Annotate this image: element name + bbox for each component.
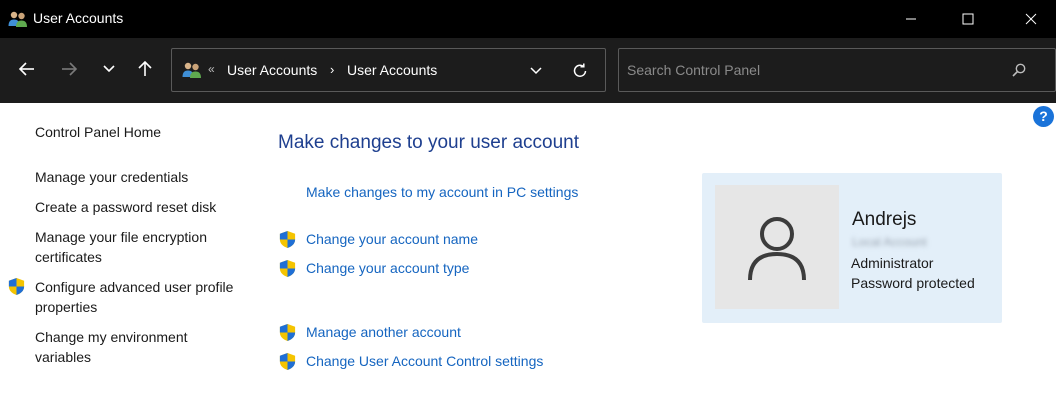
control-panel-home-link[interactable]: Control Panel Home (35, 122, 161, 142)
page-title: Make changes to your user account (278, 132, 580, 153)
environment-variables-link[interactable]: Change my environment variables (35, 327, 235, 367)
address-overflow-button[interactable]: « (208, 62, 215, 76)
uac-shield-icon (279, 323, 296, 342)
breadcrumb-user-accounts-current[interactable]: User Accounts (347, 62, 437, 78)
account-type: Administrator (851, 255, 934, 271)
search-icon[interactable] (1011, 62, 1027, 78)
avatar (715, 185, 839, 309)
user-silhouette-icon (748, 217, 806, 281)
recent-locations-button[interactable] (94, 54, 124, 84)
minimize-icon (906, 18, 916, 20)
user-accounts-icon (182, 62, 201, 78)
search-box[interactable] (618, 48, 1056, 92)
navigation-bar: « User Accounts › User Accounts (0, 38, 1056, 103)
change-account-type-link[interactable]: Change your account type (306, 260, 469, 276)
advanced-profile-properties-link[interactable]: Configure advanced user profile properti… (35, 277, 235, 317)
close-button[interactable] (1006, 0, 1056, 38)
refresh-button[interactable] (568, 59, 592, 83)
pc-settings-link[interactable]: Make changes to my account in PC setting… (306, 184, 578, 200)
uac-shield-icon (279, 230, 296, 249)
account-card: Andrejs Local Account Administrator Pass… (702, 173, 1002, 323)
title-bar: User Accounts (0, 0, 1056, 38)
change-account-name-link[interactable]: Change your account name (306, 231, 478, 247)
chevron-down-icon (103, 65, 115, 73)
search-input[interactable] (627, 59, 997, 81)
breadcrumb-user-accounts[interactable]: User Accounts (227, 62, 317, 78)
maximize-icon (962, 13, 974, 25)
uac-shield-icon (279, 352, 296, 371)
breadcrumb-separator[interactable]: › (330, 62, 334, 77)
minimize-button[interactable] (886, 0, 936, 38)
up-button[interactable] (130, 54, 160, 84)
file-encryption-certificates-link[interactable]: Manage your file encryption certificates (35, 227, 235, 267)
user-accounts-icon (8, 11, 27, 27)
window-title: User Accounts (33, 10, 124, 26)
chevron-down-icon (530, 67, 542, 75)
manage-another-account-link[interactable]: Manage another account (306, 324, 461, 340)
password-status: Password protected (851, 275, 975, 291)
back-arrow-icon (18, 62, 34, 76)
uac-shield-icon (279, 259, 296, 278)
manage-credentials-link[interactable]: Manage your credentials (35, 167, 188, 187)
forward-arrow-icon (62, 62, 78, 76)
address-dropdown-button[interactable] (524, 59, 548, 83)
password-reset-disk-link[interactable]: Create a password reset disk (35, 197, 216, 217)
account-name: Andrejs (852, 209, 917, 230)
back-button[interactable] (12, 54, 42, 84)
forward-button[interactable] (54, 54, 84, 84)
address-bar[interactable]: « User Accounts › User Accounts (171, 48, 606, 92)
help-button[interactable]: ? (1033, 106, 1054, 127)
uac-shield-icon (8, 277, 25, 296)
close-icon (1025, 13, 1037, 25)
refresh-icon (573, 63, 587, 77)
maximize-button[interactable] (943, 0, 993, 38)
up-arrow-icon (138, 60, 152, 76)
uac-settings-link[interactable]: Change User Account Control settings (306, 353, 543, 369)
account-email-blurred: Local Account (852, 235, 927, 249)
